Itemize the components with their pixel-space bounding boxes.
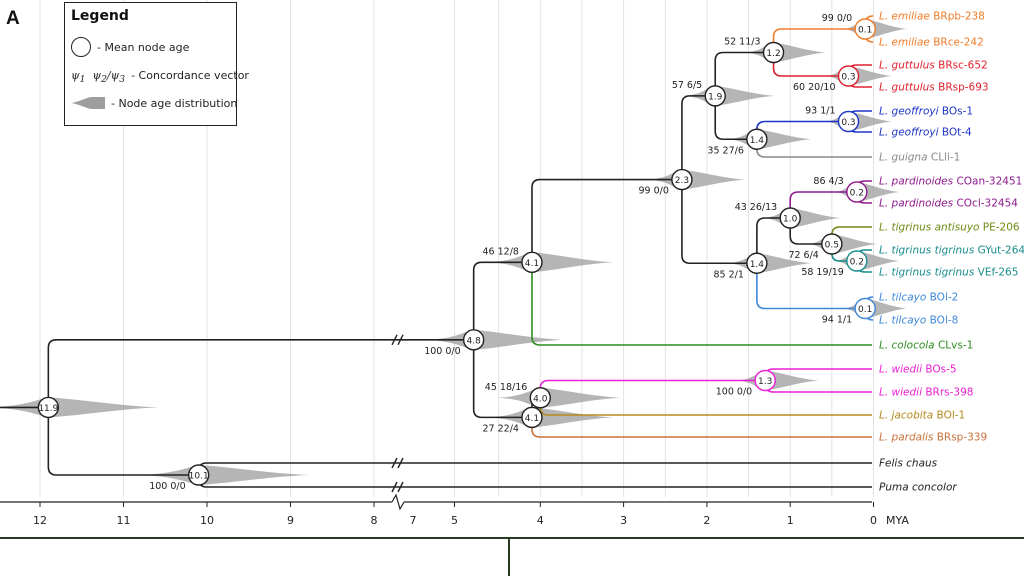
branch: [47, 339, 474, 408]
legend-label-concordance: - Concordance vector: [131, 69, 249, 82]
node-age-label: 10.1: [189, 472, 209, 482]
branch: [681, 179, 757, 265]
legend-title: Legend: [71, 8, 129, 24]
concordance-label: 27 22/4: [483, 423, 519, 434]
branch: [472, 339, 532, 419]
circle-icon: [71, 37, 91, 57]
legend-row-node-age: - Mean node age: [71, 37, 189, 57]
legend-label-distribution: - Node age distribution: [111, 96, 238, 110]
tip-label: L. geoffroyi BOs-1: [879, 106, 973, 118]
concordance-label: 99 0/0: [639, 186, 669, 197]
tip-label: L. colocola CLvs-1: [879, 340, 973, 352]
tip-label: L. emiliae BRce-242: [879, 37, 984, 49]
tip-label: L. guigna CLli-1: [879, 152, 960, 164]
branch: [472, 261, 532, 340]
concordance-label: 86 4/3: [813, 176, 843, 187]
tip-labels: L. emiliae BRpb-238 L. emiliae BRce-242 L.…: [879, 11, 1024, 494]
tip-label: Felis chaus: [879, 458, 938, 470]
axis-break-mark: [391, 493, 405, 511]
node-age-label: 2.3: [675, 176, 689, 186]
axis-tick-label: 1: [787, 514, 794, 527]
tip-label: L. tilcayo BOl-2: [879, 292, 958, 304]
tip-label: L. pardalis BRsp-339: [879, 432, 987, 444]
time-axis: 12 11 10 9 8 7 5 4 3 2 1 0 MYA: [0, 493, 909, 527]
tip-label: L. tigrinus tigrinus VEf-265: [879, 267, 1018, 279]
concordance-labels: 100 0/0 100 0/0 46 12/8 99 0/0 57 6/5 52 11/3…: [149, 13, 852, 492]
node-age-label: 0.1: [858, 26, 872, 36]
concordance-label: 100 0/0: [716, 387, 752, 398]
node-age-label: 0.3: [841, 118, 855, 128]
legend: Legend - Mean node age ψ1 ψ2/ψ3 - Concord…: [64, 2, 249, 126]
axis-tick-label: 12: [33, 514, 47, 527]
concordance-label: 100 0/0: [149, 481, 185, 492]
concordance-label: 45 18/16: [485, 382, 528, 393]
concordance-label: 46 12/8: [483, 246, 519, 257]
node-age-label: 0.2: [850, 258, 864, 268]
node-age-label: 1.2: [766, 49, 780, 59]
tip-label: L. pardinoides COan-32451: [879, 176, 1022, 188]
psi-vector-icon: ψ1 ψ2/ψ3: [71, 69, 126, 86]
node-age-label: 4.1: [525, 259, 539, 269]
concordance-label: 85 2/1: [713, 269, 743, 280]
concordance-label: 43 26/13: [735, 202, 778, 213]
node-age-label: 4.1: [525, 414, 539, 424]
tip-label: L. wiedii BOs-5: [879, 364, 957, 376]
tip-label: L. guttulus BRsp-693: [879, 82, 989, 94]
node-age-label: 0.3: [841, 73, 855, 83]
tip-label: L. jacobita BOl-1: [879, 410, 965, 422]
concordance-label: 35 27/6: [707, 145, 743, 156]
tip-label: L. wiedii BRrs-398: [879, 387, 973, 399]
legend-label-node-age: - Mean node age: [97, 40, 190, 54]
branch: [197, 475, 872, 488]
node-age-label: 11.9: [38, 404, 58, 414]
tip-label: L. tigrinus antisuyo PE-206: [879, 222, 1020, 234]
node-age-label: 1.3: [758, 377, 772, 387]
axis-tick-label: 2: [703, 514, 710, 527]
bottom-panel-divider: [508, 537, 510, 576]
node-age-label: 1.0: [783, 215, 798, 225]
concordance-label: 52 11/3: [724, 37, 760, 48]
tip-label: L. emiliae BRpb-238: [879, 11, 985, 23]
branch: [197, 462, 872, 475]
panel-letter: A: [6, 8, 20, 29]
axis-tick-label: 0: [870, 514, 877, 527]
tip-label: L. pardinoides COcl-32454: [879, 198, 1018, 210]
distribution-icon: [71, 97, 105, 109]
node-age-label: 1.4: [750, 136, 765, 146]
tip-label: L. tilcayo BOl-8: [879, 315, 958, 327]
tip-label: Puma concolor: [879, 482, 957, 494]
axis-tick-label: 9: [287, 514, 294, 527]
node-age-label: 1.9: [708, 92, 723, 102]
concordance-label: 60 20/10: [793, 82, 836, 93]
node-age-label: 0.5: [825, 241, 839, 251]
phylogeny-figure: 11.9 10.1 4.8 4.1 2.3 1.9 1.2 0.1 0.3 1.4 0.3 1.4 1.…: [0, 0, 1024, 576]
tip-label: L. guttulus BRsc-652: [879, 60, 988, 72]
axis-tick-label: 3: [620, 514, 627, 527]
tip-label: L. geoffroyi BOt-4: [879, 127, 972, 139]
node-age-label: 0.1: [858, 305, 872, 315]
axis-tick-label: 8: [371, 514, 378, 527]
node-age-label: 1.4: [750, 260, 765, 270]
bottom-panel-frame: [0, 537, 1024, 576]
node-age-label: 4.8: [466, 336, 481, 346]
concordance-label: 100 0/0: [424, 346, 460, 357]
node-age-label: 0.2: [850, 189, 864, 199]
concordance-label: 99 0/0: [822, 13, 852, 24]
legend-row-concordance: ψ1 ψ2/ψ3 - Concordance vector: [71, 69, 249, 85]
axis-tick-label: 10: [200, 514, 214, 527]
axis-unit-label: MYA: [886, 514, 909, 527]
axis-tick-label: 4: [537, 514, 544, 527]
axis-tick-label: 5: [451, 514, 458, 527]
tip-label: L. tigrinus tigrinus GYut-264: [879, 245, 1024, 257]
concordance-label: 57 6/5: [672, 80, 702, 91]
concordance-label: 72 6/4: [788, 250, 818, 261]
concordance-label: 58 19/19: [801, 267, 844, 278]
node-age-label: 4.0: [533, 394, 548, 404]
legend-row-distribution: - Node age distribution: [71, 96, 237, 110]
branch: [681, 95, 716, 180]
concordance-label: 94 1/1: [822, 315, 852, 326]
concordance-label: 93 1/1: [805, 106, 835, 117]
axis-tick-label: 11: [117, 514, 131, 527]
axis-tick-label: 7: [410, 514, 417, 527]
